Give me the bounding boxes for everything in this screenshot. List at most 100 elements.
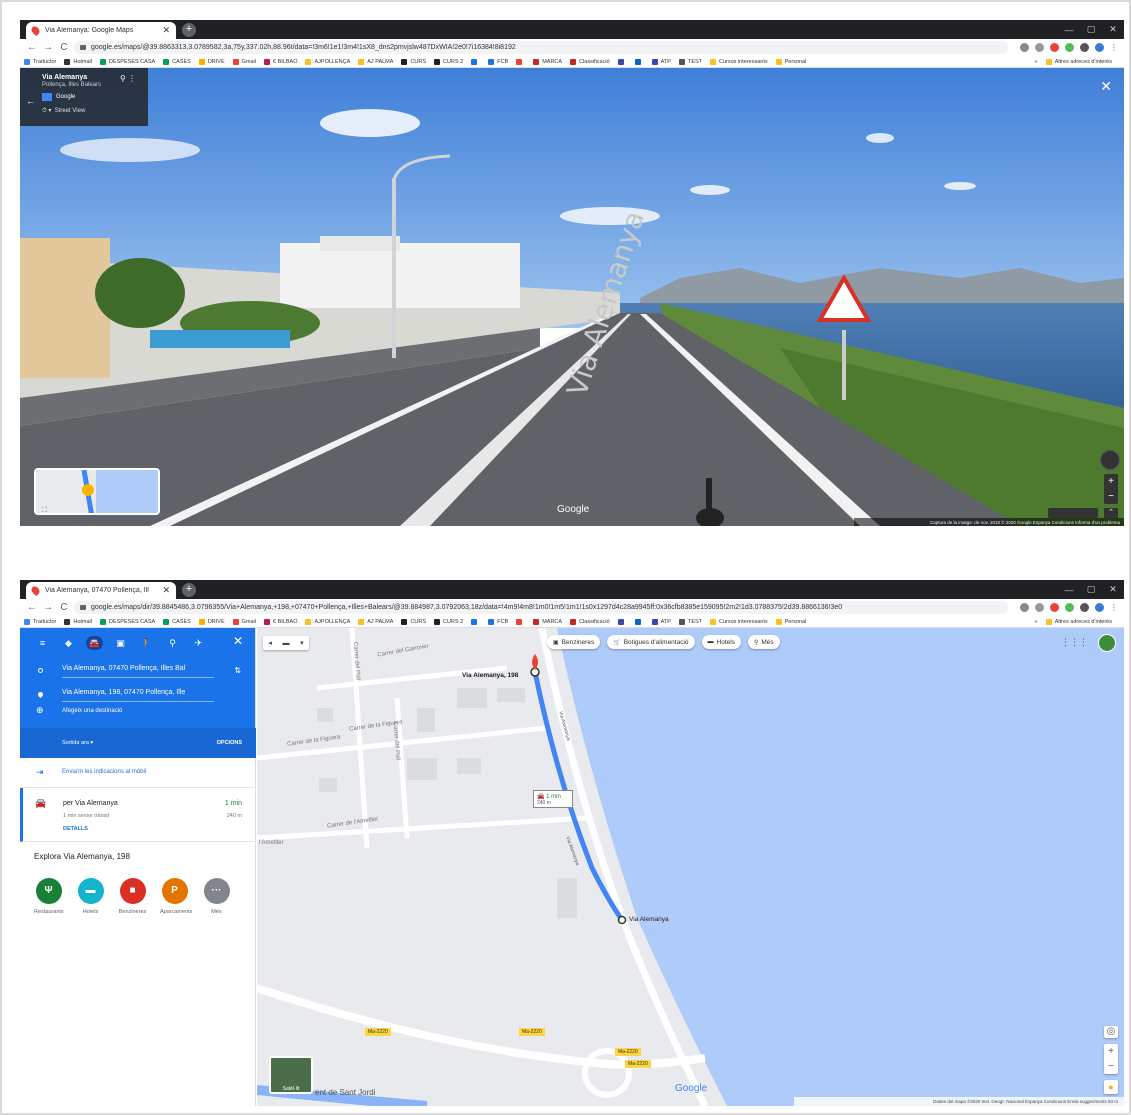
profile-avatar[interactable] [1095, 603, 1104, 612]
bookmark-item[interactable]: DRIVE [198, 618, 225, 625]
bookmark-item[interactable]: € BILBAO [264, 618, 297, 625]
category-restaurants[interactable]: Ψ Restaurants [34, 878, 64, 915]
forward-button[interactable]: → [42, 42, 54, 53]
extension-icon[interactable] [1065, 603, 1074, 612]
minimize-button[interactable]: — [1058, 580, 1080, 599]
route-info-box[interactable]: 🚘 1 min 240 m [533, 790, 573, 808]
bookmark-item[interactable] [471, 618, 480, 625]
other-bookmarks-folder[interactable]: Altres adreces d'interès [1045, 58, 1112, 65]
extension-icon[interactable] [1050, 603, 1059, 612]
imagery-thumbnails[interactable] [1048, 508, 1098, 518]
bookmark-item[interactable]: CURS 2 [434, 618, 463, 625]
compass-icon[interactable] [1100, 450, 1120, 470]
best-route-icon[interactable]: ◆ [60, 636, 77, 650]
extension-icon[interactable] [1050, 43, 1059, 52]
apps-grid-icon[interactable]: ⋮⋮⋮ [1061, 637, 1088, 648]
reload-button[interactable]: C [58, 602, 70, 613]
map-canvas[interactable]: Carrer del Garrover Carrer de la Figuera… [257, 628, 1124, 1106]
bookmarks-overflow-icon[interactable]: » [1035, 619, 1038, 625]
location-pin-icon[interactable]: ⚲ ⋮ [120, 74, 136, 83]
chip-hotels[interactable]: ▬ Hotels [701, 635, 741, 649]
bookmark-item[interactable]: Gmail [232, 58, 256, 65]
bookmark-item[interactable]: ATP [651, 58, 671, 65]
bookmark-item[interactable]: Cursos interessants [710, 618, 768, 625]
tab-close-icon[interactable]: ✕ [162, 25, 170, 36]
tab-close-icon[interactable]: ✕ [162, 585, 170, 596]
satellite-toggle[interactable]: Satèl·lit [269, 1056, 313, 1094]
bookmark-item[interactable]: CURS [401, 618, 426, 625]
bookmark-item[interactable]: TEST [678, 618, 702, 625]
zoom-control[interactable]: + − [1104, 474, 1118, 504]
bookmark-item[interactable] [617, 618, 627, 625]
destination-label[interactable]: Via Alemanya, 198 [462, 672, 518, 679]
bookmark-item[interactable]: TEST [678, 58, 702, 65]
bookmark-star-icon[interactable] [1035, 43, 1044, 52]
transit-icon[interactable]: ▣ [112, 636, 129, 650]
bookmark-item[interactable] [471, 58, 480, 65]
bookmark-item[interactable]: DESPESES CASA [100, 618, 155, 625]
layer-toggle[interactable]: ◂ ▬ ▾ [263, 636, 309, 650]
bookmark-item[interactable]: MARCA [533, 58, 562, 65]
bookmark-item[interactable]: Traductor [24, 58, 56, 65]
category-parking[interactable]: P Aparcaments [160, 878, 192, 915]
bookmark-item[interactable]: MARCA [533, 618, 562, 625]
bookmark-item[interactable]: Traductor [24, 618, 56, 625]
expand-up-icon[interactable]: ⌃ [1104, 508, 1118, 518]
close-window-button[interactable]: ✕ [1102, 580, 1124, 599]
add-icon[interactable]: ⊕ [36, 705, 44, 716]
zoom-control[interactable]: + − [1104, 1044, 1118, 1074]
chip-more[interactable]: ⚲ Més [747, 635, 780, 649]
route-option[interactable]: 🚘 per Via Alemanya 1 min 1 min sense trà… [20, 788, 256, 842]
category-hotels[interactable]: ▬ Hotels [76, 878, 105, 915]
bookmark-item[interactable] [516, 58, 525, 65]
cast-icon[interactable] [1020, 603, 1029, 612]
tab-streetview[interactable]: Via Alemanya: Google Maps ✕ [26, 22, 176, 39]
bookmarks-overflow-icon[interactable]: » [1035, 59, 1038, 65]
bookmark-item[interactable]: Classificació [570, 618, 610, 625]
reload-button[interactable]: C [58, 42, 70, 53]
flight-icon[interactable]: ✈ [190, 636, 207, 650]
category-gas-stations[interactable]: ■ Benzineres [118, 878, 147, 915]
bookmark-item[interactable]: DRIVE [198, 58, 225, 65]
kebab-menu-icon[interactable]: ⋮ [1110, 603, 1118, 612]
bookmark-item[interactable]: CURS [401, 58, 426, 65]
bookmark-item[interactable]: Gmail [232, 618, 256, 625]
bookmark-item[interactable]: Classificació [570, 58, 610, 65]
account-avatar[interactable] [1098, 634, 1116, 652]
origin-label[interactable]: Via Alemanya [629, 916, 669, 923]
maximize-button[interactable]: ▢ [1080, 20, 1102, 39]
options-button[interactable]: OPCIONS [217, 740, 242, 746]
depart-now-dropdown[interactable]: Sortida ara ▾ [62, 740, 93, 746]
add-destination[interactable]: Afegeix una destinació [62, 708, 122, 714]
bookmark-item[interactable]: € BILBAO [264, 58, 297, 65]
bookmark-item[interactable]: FCB [488, 58, 508, 65]
bookmark-star-icon[interactable] [1035, 603, 1044, 612]
bookmark-item[interactable]: FCB [488, 618, 508, 625]
puzzle-icon[interactable] [1080, 43, 1089, 52]
tab-directions[interactable]: Via Alemanya, 07470 Pollença, Ill ✕ [26, 582, 176, 599]
bookmark-item[interactable]: Hotmail [64, 58, 92, 65]
bookmark-item[interactable]: AJPOLLENÇA [305, 618, 350, 625]
minimize-button[interactable]: — [1058, 20, 1080, 39]
close-icon[interactable]: ✕ [1100, 78, 1112, 95]
bookmark-item[interactable]: Personal [775, 58, 806, 65]
puzzle-icon[interactable] [1080, 603, 1089, 612]
pegman-icon[interactable]: ● [1104, 1080, 1118, 1094]
close-directions-icon[interactable]: ✕ [233, 634, 243, 648]
swap-icon[interactable]: ⇅ [234, 666, 241, 675]
bookmark-item[interactable]: ATP [651, 618, 671, 625]
bookmark-item[interactable]: Personal [775, 618, 806, 625]
bookmark-item[interactable] [516, 618, 525, 625]
bookmark-item[interactable]: AJPOLLENÇA [305, 58, 350, 65]
new-tab-button[interactable]: + [182, 583, 196, 597]
streetview-viewport[interactable]: Via Alemanya Via Alemanya Pollença, Ille… [20, 68, 1124, 526]
bookmark-item[interactable] [634, 618, 644, 625]
bookmark-item[interactable]: AJ PALMA [358, 58, 393, 65]
my-location-icon[interactable]: ◎ [1104, 1026, 1118, 1038]
bookmark-item[interactable] [617, 58, 627, 65]
bike-icon[interactable]: ⚲ [164, 636, 181, 650]
chip-groceries[interactable]: 🛒 Botigues d'alimentació [607, 635, 695, 649]
profile-avatar[interactable] [1095, 43, 1104, 52]
other-bookmarks-folder[interactable]: Altres adreces d'interès [1045, 618, 1112, 625]
chip-gas-stations[interactable]: ▣ Benzineres [547, 635, 601, 649]
